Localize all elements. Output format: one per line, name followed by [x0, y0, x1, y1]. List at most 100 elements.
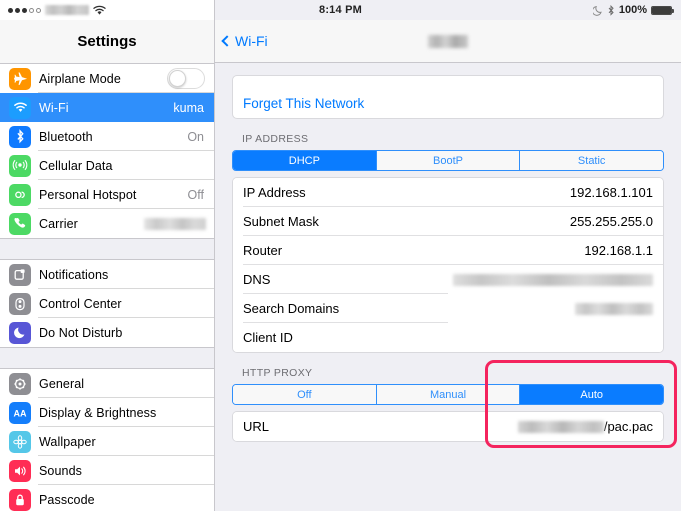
- airplane-mode-toggle[interactable]: [167, 68, 205, 89]
- bluetooth-status-value: On: [187, 129, 204, 144]
- sidebar-item-label: Wi-Fi: [39, 100, 69, 115]
- row-label: IP Address: [243, 185, 306, 200]
- bluetooth-icon: [9, 125, 31, 148]
- sidebar-item-carrier[interactable]: Carrier: [0, 209, 214, 238]
- gear-icon: [9, 372, 31, 395]
- proxy-url-suffix: /pac.pac: [603, 419, 653, 434]
- sidebar-item-label: Do Not Disturb: [39, 325, 123, 340]
- http-proxy-segmented-control[interactable]: Off Manual Auto: [232, 384, 664, 405]
- svg-text:AA: AA: [14, 408, 27, 418]
- sidebar-item-label: Control Center: [39, 296, 122, 311]
- segment-manual[interactable]: Manual: [376, 385, 521, 404]
- table-row[interactable]: Client ID: [233, 323, 663, 352]
- sidebar-item-label: General: [39, 376, 85, 391]
- segment-auto[interactable]: Auto: [520, 385, 663, 404]
- detail-content: Forget This Network IP ADDRESS DHCP Boot…: [215, 63, 681, 511]
- sidebar-item-label: Notifications: [39, 267, 109, 282]
- cellular-antenna-icon: [9, 154, 31, 177]
- row-value: 192.168.1.101: [569, 185, 653, 200]
- row-label: Router: [243, 243, 283, 258]
- forget-network-card: Forget This Network: [232, 75, 664, 119]
- sidebar-item-do-not-disturb[interactable]: Do Not Disturb: [0, 318, 214, 347]
- nav-title-redacted: [215, 34, 681, 48]
- sidebar-item-label: Bluetooth: [39, 129, 93, 144]
- search-domains-value-redacted: [575, 302, 653, 315]
- status-bar: 8:14 PM 100%: [0, 0, 681, 20]
- battery-full-icon: [651, 5, 674, 15]
- http-proxy-section-header: HTTP PROXY: [242, 367, 313, 379]
- ip-address-segmented-control[interactable]: DHCP BootP Static: [232, 150, 664, 171]
- ip-address-rows-card: IP Address 192.168.1.101 Subnet Mask 255…: [232, 177, 664, 353]
- row-value: 255.255.255.0: [569, 214, 653, 229]
- sidebar-group-gap: [0, 238, 214, 260]
- battery-percent-label: 100%: [618, 4, 647, 16]
- sidebar-item-control-center[interactable]: Control Center: [0, 289, 214, 318]
- sidebar-item-sounds[interactable]: Sounds: [0, 456, 214, 485]
- sidebar-item-wallpaper[interactable]: Wallpaper: [0, 427, 214, 456]
- forget-network-button[interactable]: Forget This Network: [233, 88, 663, 118]
- table-row[interactable]: Router 192.168.1.1: [233, 236, 663, 265]
- sidebar-item-label: Carrier: [39, 216, 78, 231]
- sidebar-item-general[interactable]: General: [0, 369, 214, 398]
- hotspot-link-icon: [9, 183, 31, 206]
- sidebar-item-passcode[interactable]: Passcode: [0, 485, 214, 511]
- table-row[interactable]: IP Address 192.168.1.101: [233, 178, 663, 207]
- status-bar-right: 100%: [592, 4, 674, 16]
- sidebar-item-label: Passcode: [39, 492, 95, 507]
- settings-sidebar[interactable]: Settings Airplane Mode Wi-Fi kuma Blueto…: [0, 0, 215, 511]
- phone-icon: [9, 212, 31, 235]
- nav-bar: Wi-Fi: [215, 20, 681, 63]
- moon-icon: [592, 5, 602, 16]
- flower-wallpaper-icon: [9, 430, 31, 453]
- ip-address-section-header: IP ADDRESS: [242, 133, 309, 145]
- segment-dhcp[interactable]: DHCP: [233, 151, 377, 170]
- sidebar-item-notifications[interactable]: Notifications: [0, 260, 214, 289]
- wifi-network-value: kuma: [173, 100, 204, 115]
- speaker-icon: [9, 459, 31, 482]
- proxy-url-host-redacted: [517, 420, 604, 433]
- lock-icon: [9, 488, 31, 511]
- settings-app-window: 8:14 PM 100% Settings Airplane Mode Wi-F…: [0, 0, 681, 511]
- sidebar-group-gap: [0, 347, 214, 369]
- sidebar-item-airplane-mode[interactable]: Airplane Mode: [0, 64, 214, 93]
- row-label: DNS: [243, 272, 271, 287]
- sidebar-item-label: Cellular Data: [39, 158, 113, 173]
- segment-bootp[interactable]: BootP: [376, 151, 521, 170]
- row-label: URL: [243, 419, 270, 434]
- hotspot-status-value: Off: [187, 187, 204, 202]
- wifi-icon: [9, 96, 31, 119]
- proxy-url-value[interactable]: /pac.pac: [517, 419, 653, 434]
- row-label: Client ID: [243, 330, 293, 345]
- sidebar-item-display-brightness[interactable]: AA Display & Brightness: [0, 398, 214, 427]
- sidebar-item-personal-hotspot[interactable]: Personal Hotspot Off: [0, 180, 214, 209]
- sidebar-item-label: Airplane Mode: [39, 71, 121, 86]
- sidebar-item-bluetooth[interactable]: Bluetooth On: [0, 122, 214, 151]
- carrier-value-redacted: [144, 217, 206, 230]
- bluetooth-icon: [608, 4, 614, 16]
- wifi-detail-pane: Wi-Fi Forget This Network IP ADDRESS DHC…: [215, 0, 681, 511]
- table-row[interactable]: Subnet Mask 255.255.255.0: [233, 207, 663, 236]
- sidebar-item-label: Sounds: [39, 463, 82, 478]
- table-row[interactable]: URL /pac.pac: [233, 412, 663, 441]
- sidebar-item-label: Display & Brightness: [39, 405, 157, 420]
- text-size-aa-icon: AA: [9, 401, 31, 424]
- row-label: Search Domains: [243, 301, 340, 316]
- http-proxy-rows-card: URL /pac.pac: [232, 411, 664, 442]
- table-row[interactable]: DNS: [233, 265, 663, 294]
- notifications-icon: [9, 263, 31, 286]
- row-value: 192.168.1.1: [584, 243, 653, 258]
- row-label: Subnet Mask: [243, 214, 319, 229]
- control-center-icon: [9, 292, 31, 315]
- segment-static[interactable]: Static: [520, 151, 663, 170]
- sidebar-item-cellular-data[interactable]: Cellular Data: [0, 151, 214, 180]
- segment-off[interactable]: Off: [233, 385, 377, 404]
- moon-icon: [9, 321, 31, 344]
- dns-value-redacted: [453, 273, 653, 286]
- sidebar-item-wifi[interactable]: Wi-Fi kuma: [0, 93, 214, 122]
- sidebar-item-label: Wallpaper: [39, 434, 96, 449]
- table-row[interactable]: Search Domains: [233, 294, 663, 323]
- airplane-icon: [9, 67, 31, 90]
- page-title: Settings: [0, 20, 214, 63]
- sidebar-item-label: Personal Hotspot: [39, 187, 137, 202]
- status-bar-time: 8:14 PM: [319, 4, 362, 16]
